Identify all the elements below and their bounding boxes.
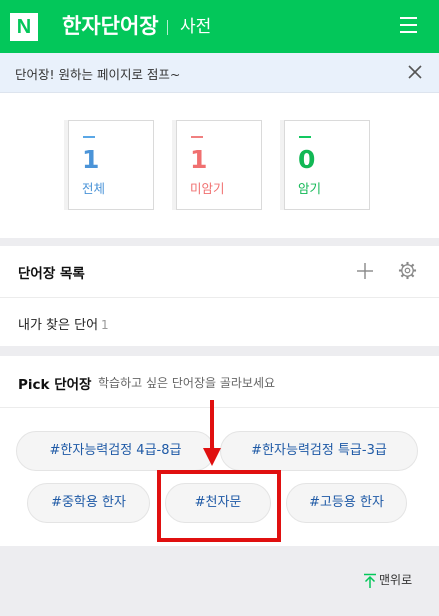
stat-label: 암기 <box>298 181 322 196</box>
stat-card-memorized[interactable]: 0 암기 <box>284 120 370 210</box>
divider <box>0 297 439 298</box>
gear-icon[interactable] <box>398 261 417 280</box>
stat-label: 미암기 <box>190 181 225 196</box>
jump-banner: 단어장! 원하는 페이지로 점프~ <box>0 53 439 93</box>
stat-value: 1 <box>190 145 208 174</box>
stat-dash <box>299 136 311 138</box>
red-arrow-annotation <box>203 400 221 466</box>
app-subtitle[interactable]: 사전 <box>180 14 211 40</box>
stat-value: 0 <box>298 145 316 174</box>
to-top-label: 맨위로 <box>379 573 413 587</box>
stat-dash <box>191 136 203 138</box>
wordbook-item-label: 내가 찾은 단어 <box>18 318 99 333</box>
pick-title: Pick 단어장 <box>18 377 92 393</box>
stat-card-unmemorized[interactable]: 1 미암기 <box>176 120 262 210</box>
stat-value: 1 <box>82 145 100 174</box>
chip-hanja-test-4-8[interactable]: #한자능력검정 4급-8급 <box>16 431 215 471</box>
stat-card-total[interactable]: 1 전체 <box>68 120 154 210</box>
arrow-up-icon <box>364 573 376 588</box>
title-divider <box>167 20 168 35</box>
page-footer: 맨위로 <box>0 546 439 616</box>
pick-description: 학습하고 싶은 단어장을 골라보세요 <box>98 376 276 390</box>
hamburger-menu-icon[interactable] <box>400 17 417 34</box>
naver-logo[interactable]: N <box>10 13 38 41</box>
stat-dash <box>83 136 95 138</box>
red-highlight-box <box>157 470 281 542</box>
wordbook-item-count: 1 <box>101 318 109 332</box>
wordbook-item-my-words[interactable]: 내가 찾은 단어 1 <box>18 314 109 333</box>
banner-text[interactable]: 단어장! 원하는 페이지로 점프~ <box>15 64 180 83</box>
chip-high-school-hanja[interactable]: #고등용 한자 <box>286 483 407 523</box>
app-title[interactable]: 한자단어장 <box>62 12 159 40</box>
stat-label: 전체 <box>82 181 106 196</box>
app-header: N 한자단어장 사전 <box>0 0 439 53</box>
chip-hanja-test-special-3[interactable]: #한자능력검정 특급-3급 <box>220 431 418 471</box>
close-icon[interactable] <box>407 64 423 80</box>
plus-icon[interactable] <box>356 262 374 280</box>
to-top-button[interactable]: 맨위로 <box>363 571 412 589</box>
stats-section: 1 전체 1 미암기 0 암기 <box>0 93 439 238</box>
wordbook-list-section: 단어장 목록 내가 찾은 단어 1 <box>0 246 439 346</box>
wordbook-list-title: 단어장 목록 <box>18 266 85 282</box>
chip-middle-school-hanja[interactable]: #중학용 한자 <box>27 483 150 523</box>
